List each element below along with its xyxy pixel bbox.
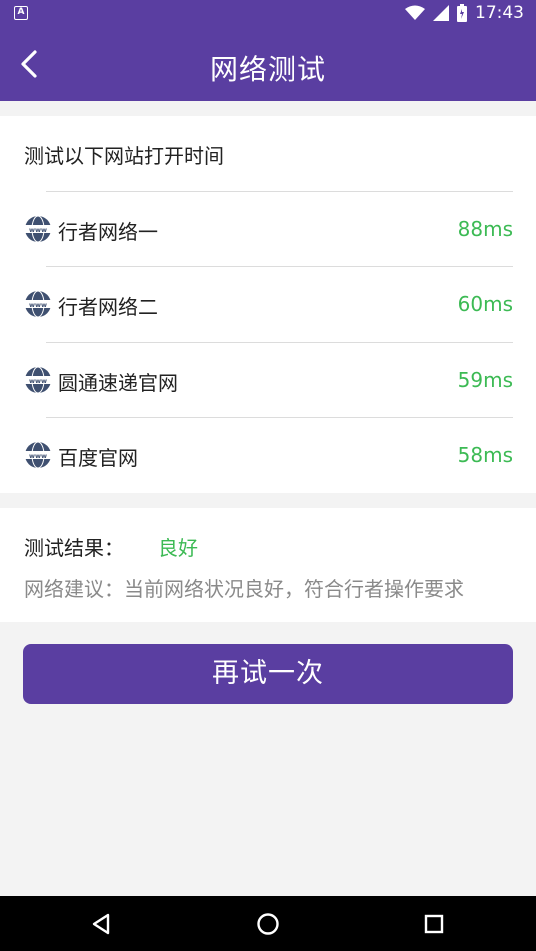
list-item: www 圆通速递官网 59ms xyxy=(0,342,536,417)
site-name: 行者网络二 xyxy=(58,295,158,319)
site-latency: 60ms xyxy=(457,292,513,316)
www-globe-icon: www xyxy=(25,366,51,394)
svg-text:www: www xyxy=(29,226,47,234)
svg-text:www: www xyxy=(29,452,47,460)
recents-square-icon[interactable] xyxy=(418,908,450,940)
network-advice: 网络建议：当前网络状况良好，符合行者操作要求 xyxy=(24,577,464,601)
divider xyxy=(46,266,513,267)
back-triangle-icon[interactable] xyxy=(86,908,118,940)
site-name: 行者网络一 xyxy=(58,220,158,244)
site-latency: 88ms xyxy=(457,217,513,241)
www-globe-icon: www xyxy=(25,290,51,318)
divider xyxy=(46,191,513,192)
battery-icon xyxy=(457,4,467,22)
status-time: 17:43 xyxy=(475,3,524,23)
system-nav-bar xyxy=(0,896,536,951)
status-icons: 17:43 xyxy=(405,3,524,23)
test-list-header: 测试以下网站打开时间 xyxy=(24,144,224,168)
site-name: 圆通速递官网 xyxy=(58,371,178,395)
result-card: 测试结果： 良好 网络建议：当前网络状况良好，符合行者操作要求 xyxy=(0,508,536,622)
result-label: 测试结果： xyxy=(24,536,124,560)
signal-icon xyxy=(433,5,449,21)
divider xyxy=(46,342,513,343)
page-title: 网络测试 xyxy=(209,53,326,86)
list-item: www 百度官网 58ms xyxy=(0,417,536,492)
site-latency: 58ms xyxy=(457,443,513,467)
notification-a-icon: A xyxy=(14,6,28,20)
www-globe-icon: www xyxy=(25,215,51,243)
site-latency: 59ms xyxy=(457,368,513,392)
divider xyxy=(46,417,513,418)
app-bar: 网络测试 xyxy=(0,28,536,101)
svg-text:www: www xyxy=(29,301,47,309)
result-value: 良好 xyxy=(158,536,198,560)
retry-button[interactable]: 再试一次 xyxy=(23,644,513,704)
status-bar: A 17:43 xyxy=(0,0,536,28)
list-item: www 行者网络二 60ms xyxy=(0,266,536,341)
wifi-icon xyxy=(405,5,425,20)
test-list-card: 测试以下网站打开时间 www 行者网络一 88ms www 行者网络二 60ms… xyxy=(0,116,536,493)
list-item: www 行者网络一 88ms xyxy=(0,191,536,266)
www-globe-icon: www xyxy=(25,441,51,469)
site-name: 百度官网 xyxy=(58,446,138,470)
svg-text:www: www xyxy=(29,377,47,385)
home-circle-icon[interactable] xyxy=(252,908,284,940)
